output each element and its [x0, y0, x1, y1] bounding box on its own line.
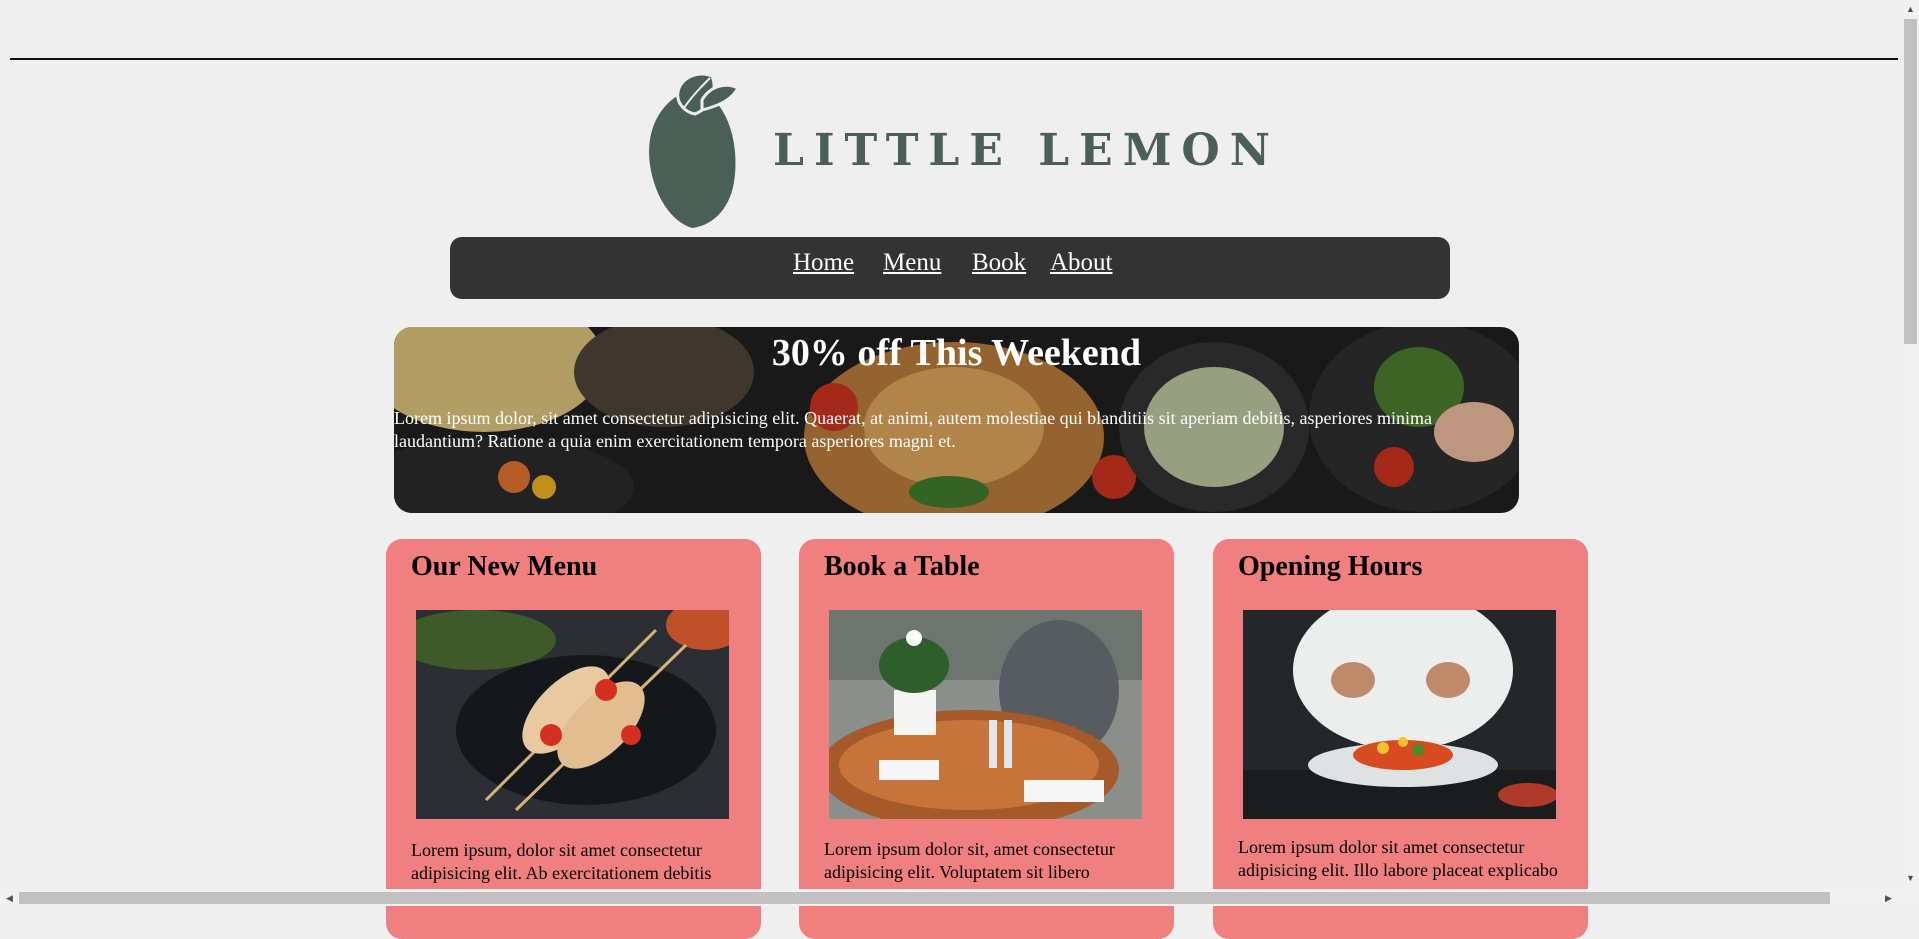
skewers-image: [416, 610, 729, 819]
nav-link-about[interactable]: About: [1050, 249, 1113, 277]
nav-link-home[interactable]: Home: [793, 249, 854, 277]
card-text: Lorem ipsum dolor sit amet consectetur a…: [1238, 837, 1558, 880]
logo: LITTLE LEMON: [640, 70, 1270, 230]
card-book-table: Book a Table Lorem ipsum dolor sit, amet…: [799, 539, 1174, 939]
horizontal-scrollbar[interactable]: ◀ ▶: [0, 889, 1902, 906]
chef-plating-image: [1243, 610, 1556, 819]
top-divider: [10, 58, 1898, 60]
promo-banner: 30% off This Weekend Lorem ipsum dolor, …: [394, 327, 1519, 513]
scroll-up-icon[interactable]: ▲: [1906, 4, 1915, 14]
card-opening-hours: Opening Hours Lorem ipsum dolor sit amet…: [1213, 539, 1588, 939]
scroll-right-icon[interactable]: ▶: [1885, 893, 1892, 903]
card-new-menu: Our New Menu Lorem ipsum, dolor sit amet…: [386, 539, 761, 939]
card-text: Lorem ipsum, dolor sit amet consectetur …: [411, 840, 712, 883]
restaurant-table-image: [829, 610, 1142, 819]
vertical-scroll-thumb[interactable]: [1904, 19, 1917, 344]
card-title: Book a Table: [824, 551, 980, 582]
card-text: Lorem ipsum dolor sit, amet consectetur …: [824, 839, 1115, 882]
card-title: Our New Menu: [411, 551, 598, 582]
nav-link-book[interactable]: Book: [972, 249, 1026, 277]
horizontal-scroll-thumb[interactable]: [19, 892, 1830, 904]
nav-link-menu[interactable]: Menu: [883, 249, 941, 277]
brand-name: LITTLE LEMON: [773, 125, 1280, 176]
lemon-icon: [649, 72, 741, 228]
vertical-scrollbar[interactable]: ▲ ▼: [1902, 0, 1919, 906]
scroll-left-icon[interactable]: ◀: [6, 893, 13, 903]
promo-title: 30% off This Weekend: [771, 332, 1142, 374]
promo-text: Lorem ipsum dolor, sit amet consectetur …: [394, 408, 1433, 451]
card-title: Opening Hours: [1238, 551, 1423, 582]
scroll-down-icon[interactable]: ▼: [1906, 873, 1915, 883]
main-nav: Home Menu Book About: [450, 237, 1450, 299]
